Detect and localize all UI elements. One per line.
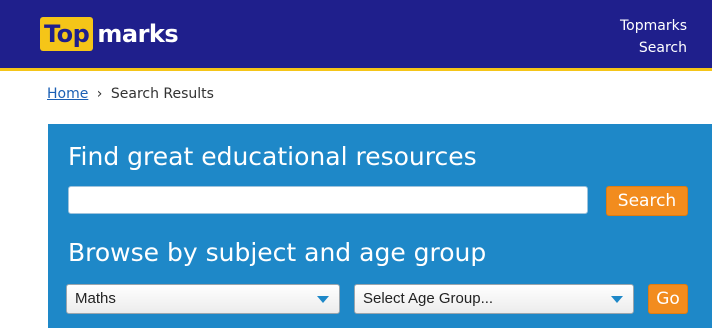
subject-select[interactable]: Maths: [66, 284, 340, 314]
breadcrumb: Home › Search Results: [47, 86, 214, 102]
chevron-down-icon: [317, 296, 329, 303]
chevron-down-icon: [611, 296, 623, 303]
search-input[interactable]: [68, 186, 588, 214]
logo-marks-text: marks: [97, 20, 179, 48]
go-button[interactable]: Go: [648, 284, 688, 314]
site-header: Top marks Topmarks Search: [0, 0, 712, 71]
topmarks-search-link[interactable]: Topmarks Search: [597, 15, 687, 59]
search-panel: Find great educational resources Search …: [48, 124, 712, 328]
browse-heading: Browse by subject and age group: [68, 238, 487, 267]
age-group-select-value: Select Age Group...: [363, 290, 494, 307]
search-button[interactable]: Search: [606, 186, 688, 216]
breadcrumb-current: Search Results: [110, 86, 214, 102]
topmarks-logo[interactable]: Top marks: [40, 17, 179, 51]
age-group-select[interactable]: Select Age Group...: [354, 284, 634, 314]
subject-select-value: Maths: [75, 290, 116, 307]
find-resources-heading: Find great educational resources: [68, 142, 477, 171]
breadcrumb-separator: ›: [96, 86, 103, 102]
logo-top-text: Top: [40, 17, 94, 51]
breadcrumb-home-link[interactable]: Home: [47, 86, 88, 102]
